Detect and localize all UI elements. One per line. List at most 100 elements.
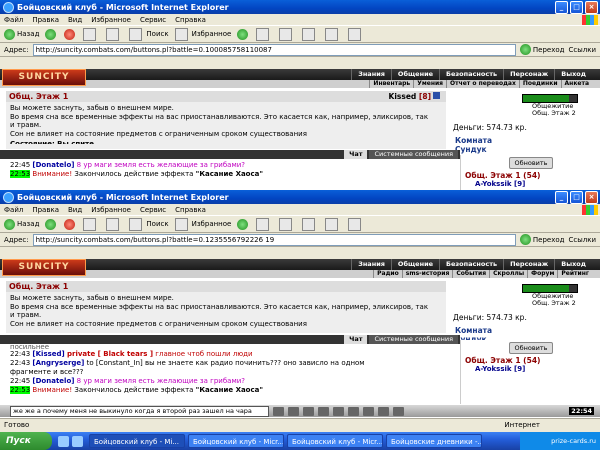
- print-button[interactable]: [279, 217, 296, 231]
- print-button[interactable]: [279, 27, 296, 41]
- media-button[interactable]: [237, 218, 250, 230]
- links-button[interactable]: Ссылки: [568, 46, 596, 54]
- tab-system-messages[interactable]: Системные сообщения: [369, 150, 458, 159]
- refresh-players-button[interactable]: Обновить: [509, 157, 553, 169]
- subnav-transfers[interactable]: Отчет о переводах: [446, 80, 519, 88]
- minimize-button[interactable]: _: [555, 190, 568, 204]
- favorites-button[interactable]: Избранное: [174, 217, 231, 231]
- stop-button[interactable]: [64, 28, 77, 40]
- link-room[interactable]: Комната: [455, 136, 600, 145]
- subnav-duels[interactable]: Поединки: [518, 80, 561, 88]
- menu-file[interactable]: Файл: [4, 16, 23, 24]
- forward-button[interactable]: [45, 218, 58, 230]
- ie-quick-icon[interactable]: [72, 435, 83, 447]
- link-floor-2[interactable]: Общ. Этаж 2: [532, 300, 600, 307]
- smile-icon[interactable]: [288, 406, 299, 416]
- player-entry[interactable]: A-Yokssik [9]: [461, 180, 600, 188]
- refresh-chat-icon[interactable]: [393, 406, 404, 416]
- messenger-button[interactable]: [348, 27, 365, 41]
- discuss-button[interactable]: [325, 27, 342, 41]
- stop-button[interactable]: [64, 218, 77, 230]
- nav-character[interactable]: Персонаж: [503, 259, 554, 270]
- search-button[interactable]: Поиск: [129, 27, 169, 41]
- settings-icon[interactable]: [363, 406, 374, 416]
- menu-favorites[interactable]: Избранное: [91, 16, 131, 24]
- mail-button[interactable]: [256, 217, 273, 231]
- discuss-button[interactable]: [325, 217, 342, 231]
- subnav-events[interactable]: События: [452, 270, 489, 278]
- home-button[interactable]: [106, 27, 123, 41]
- translit-icon[interactable]: [303, 406, 314, 416]
- subnav-radio[interactable]: Радио: [373, 270, 402, 278]
- send-icon[interactable]: [273, 406, 284, 416]
- subnav-inventory[interactable]: Инвентарь: [369, 80, 413, 88]
- link-room[interactable]: Комната: [455, 326, 600, 335]
- search-button[interactable]: Поиск: [129, 217, 169, 231]
- nav-communication[interactable]: Общение: [390, 259, 439, 270]
- menu-edit[interactable]: Правка: [32, 206, 59, 214]
- tab-chat[interactable]: Чат: [344, 150, 368, 159]
- menu-edit[interactable]: Правка: [32, 16, 59, 24]
- nav-exit[interactable]: Выход: [554, 69, 592, 80]
- refresh-players-button[interactable]: Обновить: [509, 342, 553, 354]
- menu-help[interactable]: Справка: [175, 206, 206, 214]
- taskbar-item[interactable]: Бойцовский клуб - Micr...: [287, 434, 383, 448]
- link-floor-2[interactable]: Общ. Этаж 2: [532, 110, 600, 117]
- title-bar[interactable]: Бойцовский клуб - Microsoft Internet Exp…: [0, 0, 600, 14]
- start-button[interactable]: Пуск: [0, 432, 52, 450]
- taskbar-item[interactable]: Бойцовский клуб - Mi...: [89, 434, 185, 448]
- clear-icon[interactable]: [318, 406, 329, 416]
- media-button[interactable]: [237, 28, 250, 40]
- menu-tools[interactable]: Сервис: [140, 16, 166, 24]
- info-icon[interactable]: [433, 92, 440, 99]
- chat-input[interactable]: же же а почему меня не выкинуло когда я …: [10, 405, 269, 417]
- links-button[interactable]: Ссылки: [568, 236, 596, 244]
- forward-button[interactable]: [45, 28, 58, 40]
- mail-button[interactable]: [256, 27, 273, 41]
- player-entry[interactable]: A-Yokssik [9]: [461, 365, 600, 373]
- maximize-button[interactable]: □: [570, 0, 583, 14]
- link-chest[interactable]: Сундук: [455, 145, 600, 154]
- close-button[interactable]: ×: [585, 0, 598, 14]
- subnav-forum[interactable]: Форум: [527, 270, 557, 278]
- menu-file[interactable]: Файл: [4, 206, 23, 214]
- user-name[interactable]: Kissed [8]: [389, 92, 440, 101]
- tab-system-messages[interactable]: Системные сообщения: [369, 335, 458, 344]
- sound-icon[interactable]: [378, 406, 389, 416]
- nav-knowledge[interactable]: Знания: [351, 69, 391, 80]
- title-bar[interactable]: Бойцовский клуб - Microsoft Internet Exp…: [0, 190, 600, 204]
- nav-exit[interactable]: Выход: [554, 259, 592, 270]
- menu-view[interactable]: Вид: [68, 16, 82, 24]
- back-button[interactable]: Назад: [4, 28, 39, 40]
- filter-icon[interactable]: [333, 406, 344, 416]
- messenger-button[interactable]: [348, 217, 365, 231]
- home-button[interactable]: [106, 217, 123, 231]
- nav-knowledge[interactable]: Знания: [351, 259, 391, 270]
- nav-character[interactable]: Персонаж: [503, 69, 554, 80]
- address-input[interactable]: http://suncity.combats.com/buttons.pl?ba…: [32, 233, 516, 246]
- subnav-sms-history[interactable]: sms-история: [401, 270, 453, 278]
- menu-help[interactable]: Справка: [175, 16, 206, 24]
- tab-chat[interactable]: Чат: [344, 335, 368, 344]
- nav-security[interactable]: Безопасность: [439, 69, 503, 80]
- taskbar-item[interactable]: Бойцовские дневники -...: [386, 434, 482, 448]
- back-button[interactable]: Назад: [4, 218, 39, 230]
- subnav-rating[interactable]: Рейтинг: [557, 270, 592, 278]
- go-button[interactable]: Переход: [519, 44, 564, 55]
- address-input[interactable]: http://suncity.combats.com/buttons.pl?ba…: [32, 43, 516, 56]
- taskbar-item[interactable]: Бойцовский клуб - Micr...: [188, 434, 284, 448]
- subnav-profile[interactable]: Анкета: [560, 80, 592, 88]
- nav-communication[interactable]: Общение: [390, 69, 439, 80]
- desktop-icon[interactable]: [58, 435, 69, 447]
- edit-button[interactable]: [302, 217, 319, 231]
- close-button[interactable]: ×: [585, 190, 598, 204]
- maximize-button[interactable]: □: [570, 190, 583, 204]
- go-button[interactable]: Переход: [519, 234, 564, 245]
- subnav-skills[interactable]: Умения: [413, 80, 446, 88]
- subnav-scrolls[interactable]: Скроллы: [489, 270, 527, 278]
- favorites-button[interactable]: Избранное: [174, 27, 231, 41]
- menu-view[interactable]: Вид: [68, 206, 82, 214]
- nav-security[interactable]: Безопасность: [439, 259, 503, 270]
- menu-tools[interactable]: Сервис: [140, 206, 166, 214]
- users-icon[interactable]: [348, 406, 359, 416]
